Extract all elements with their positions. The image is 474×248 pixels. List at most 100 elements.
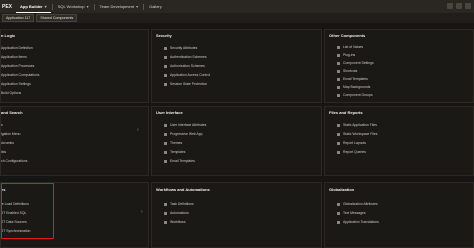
breadcrumb-application[interactable]: Application 117 [2,14,35,22]
authorization-icon [164,64,167,68]
link-application-access-control[interactable]: Application Access Control [164,73,210,77]
link-component-settings[interactable]: Component Settings [337,61,374,65]
link-automations[interactable]: Automations [164,211,189,215]
panel-title: n Logic [1,33,16,38]
panel-globalization: Globalization Globalization Attributes T… [324,182,474,248]
link-session-state-protection[interactable]: Session State Protection [164,82,207,86]
task-icon [164,202,167,206]
link-component-groups[interactable]: Component Groups [337,93,373,97]
divider [93,3,95,10]
panel-title: Globalization [329,187,355,192]
component-groups-icon [337,93,340,97]
panel-files-and-reports: Files and Reports Static Application Fil… [324,106,474,176]
divider [51,3,53,10]
link-progressive-web-app[interactable]: Progressive Web App [164,132,203,136]
user-interface-icon [164,123,167,127]
app-brand[interactable]: PEX [0,4,16,10]
session-state-icon [164,82,167,86]
workflow-icon [164,220,167,224]
link-lists[interactable]: s [1,123,3,127]
link-application-translations[interactable]: Application Translations [337,220,379,224]
link-lists-2[interactable]: ists [1,150,6,154]
link-user-interface-attributes[interactable]: User Interface Attributes [164,123,206,127]
report-query-icon [337,150,340,154]
link-application-items[interactable]: Application Items [1,55,27,59]
list-of-values-icon [337,45,340,49]
link-email-templates[interactable]: Email Templates [337,77,368,81]
link-shortcuts[interactable]: Shortcuts [337,69,357,73]
search-icon[interactable] [447,3,453,9]
breadcrumb-shared-components[interactable]: Shared Components [36,14,78,22]
link-static-application-files[interactable]: Static Application Files [337,123,377,127]
shortcut-icon [337,69,340,73]
user-icon[interactable] [465,3,471,9]
link-email-templates-ui[interactable]: Email Templates [164,159,195,163]
email-icon [164,159,167,163]
globe-icon [337,202,340,206]
link-security-attributes[interactable]: Security Attributes [164,46,197,50]
panel-application-logic: n Logic Application Definition Applicati… [0,29,149,103]
link-report-layouts[interactable]: Report Layouts [337,141,366,145]
link-authorization-schemes[interactable]: Authorization Schemes [164,64,205,68]
panel-security: Security Security Attributes Authenticat… [151,29,322,103]
link-search-configurations[interactable]: ch Configurations [1,159,27,163]
top-right-actions [447,3,471,9]
link-task-definitions[interactable]: Task Definitions [164,202,194,206]
chevron-down-icon: ▾ [136,4,139,9]
panel-title: Files and Reports [329,110,363,115]
link-text-messages[interactable]: Text Messages [337,211,366,215]
chevron-right-icon[interactable]: › [137,127,139,133]
panel-navigation-and-search: and Search s igation Menu dcrumbs ists c… [0,106,149,176]
component-settings-icon [337,61,340,65]
link-navigation-menu[interactable]: igation Menu [1,132,20,136]
file-icon [337,123,340,127]
plug-in-icon [337,53,340,57]
tab-app-builder[interactable]: App Builder ▾ [16,0,51,13]
report-layout-icon [337,141,340,145]
panel-title: Security [156,33,172,38]
panel-user-interface: User Interface User Interface Attributes… [151,106,322,176]
link-application-computations[interactable]: Application Computations [1,73,39,77]
link-build-options[interactable]: Build Options [1,91,21,95]
template-icon [164,150,167,154]
tab-gallery[interactable]: Gallery [145,0,166,13]
panel-title: Other Components [329,33,366,38]
tab-team-development[interactable]: Team Development ▾ [96,0,142,13]
email-icon [337,77,340,81]
link-application-definition[interactable]: Application Definition [1,46,33,50]
map-icon [337,85,340,89]
link-templates[interactable]: Templates [164,150,185,154]
panel-workflows-and-automations: Workflows and Automations Task Definitio… [151,182,322,248]
link-application-settings[interactable]: Application Settings [1,82,31,86]
panel-title: User Interface [156,110,183,115]
breadcrumb: Application 117 Shared Components [0,13,474,23]
translation-icon [337,220,340,224]
link-globalization-attributes[interactable]: Globalization Attributes [337,202,378,206]
link-breadcrumbs[interactable]: dcrumbs [1,141,14,145]
link-themes[interactable]: Themes [164,141,182,145]
link-plug-ins[interactable]: Plug-ins [337,53,355,57]
access-control-icon [164,73,167,77]
security-icon [164,46,167,50]
help-icon[interactable] [456,3,462,9]
chevron-down-icon: ▾ [44,3,47,9]
chevron-down-icon: ▾ [86,4,89,9]
panel-title: Workflows and Automations [156,187,210,192]
link-application-processes[interactable]: Application Processes [1,64,34,68]
tab-sql-workshop[interactable]: SQL Workshop ▾ [54,0,93,13]
file-icon [337,132,340,136]
link-static-workspace-files[interactable]: Static Workspace Files [337,132,377,136]
panel-other-components: Other Components List of Values Plug-ins… [324,29,474,103]
message-icon [337,211,340,215]
highlight-box [1,183,54,239]
automation-icon [164,211,167,215]
panel-title: and Search [1,110,23,115]
link-workflows[interactable]: Workflows [164,220,186,224]
link-authentication-schemes[interactable]: Authentication Schemes [164,55,207,59]
link-list-of-values[interactable]: List of Values [337,45,363,49]
divider [143,3,145,10]
chevron-right-icon[interactable]: › [141,209,143,215]
link-report-queries[interactable]: Report Queries [337,150,366,154]
link-map-backgrounds[interactable]: Map Backgrounds [337,85,370,89]
pwa-icon [164,132,167,136]
